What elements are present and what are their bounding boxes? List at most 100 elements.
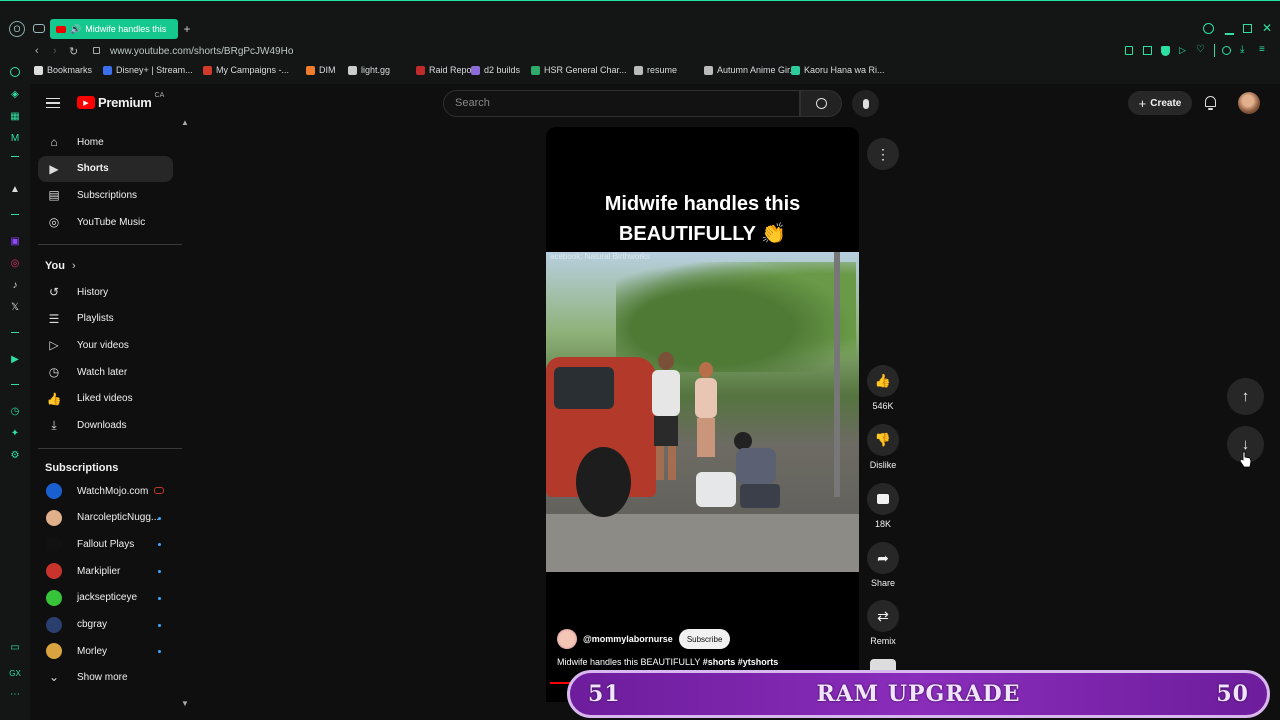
hashtags[interactable]: #shorts #ytshorts xyxy=(703,657,779,667)
search-tabs-icon[interactable] xyxy=(1203,23,1214,34)
minimize-icon[interactable] xyxy=(1225,33,1234,35)
subscription-item[interactable]: Fallout Plays xyxy=(38,531,173,557)
more-icon[interactable]: ⋯ xyxy=(9,689,21,701)
player-icon[interactable]: ▷ xyxy=(1179,45,1186,56)
tiktok-icon[interactable]: ♪ xyxy=(9,280,21,292)
sidebar-item-playlists[interactable]: ☰ Playlists xyxy=(38,306,173,332)
gx-messenger-icon[interactable]: M xyxy=(9,133,21,145)
vpn-shield-icon[interactable] xyxy=(1161,46,1170,56)
bookmark-item[interactable]: HSR General Char... xyxy=(531,65,627,75)
subscription-item[interactable]: WatchMojo.com xyxy=(38,478,173,504)
restore-icon[interactable] xyxy=(1243,24,1252,33)
profile-icon[interactable] xyxy=(1222,46,1231,55)
account-avatar[interactable] xyxy=(1238,92,1260,114)
opera-gx-logo-icon[interactable]: O xyxy=(9,21,25,37)
youtube-logo[interactable]: ▶ Premium CA xyxy=(77,92,164,110)
snapshot-icon[interactable] xyxy=(1143,46,1152,55)
short-player[interactable]: Midwife handles this BEAUTIFULLY 👏 acebo… xyxy=(546,127,859,702)
sidebar-item-youtube-music[interactable]: ◎ YouTube Music xyxy=(38,209,173,235)
bookmark-item[interactable]: Autumn Anime Gir... xyxy=(704,65,797,75)
channel-avatar-icon xyxy=(46,643,62,660)
channel-avatar-icon xyxy=(46,483,62,499)
like-button[interactable]: 👍 xyxy=(867,365,899,397)
sidebar-item-downloads[interactable]: ⤓ Downloads xyxy=(38,413,173,439)
bookmark-item[interactable]: Kaoru Hana wa Ri... xyxy=(791,65,885,75)
bookmark-item[interactable]: Raid Report xyxy=(416,65,477,75)
bookmark-favicon-icon xyxy=(531,65,540,75)
close-window-icon[interactable]: ✕ xyxy=(1262,21,1272,35)
instagram-icon[interactable]: ◎ xyxy=(9,258,21,270)
sidebar-scroll-down-icon[interactable]: ▼ xyxy=(181,699,189,708)
previous-short-button[interactable]: ↑ xyxy=(1227,378,1264,415)
tab-youtube-short[interactable]: 🔊 Midwife handles this xyxy=(50,19,178,39)
hamburger-menu-icon[interactable] xyxy=(46,98,60,108)
bookmark-item[interactable]: d2 builds xyxy=(471,65,520,75)
forward-icon[interactable]: › xyxy=(53,45,57,57)
channel-name[interactable]: @mommylabornurse xyxy=(583,634,673,644)
subscription-item[interactable]: NarcolepticNugg... xyxy=(38,505,173,531)
bookmark-item[interactable]: Bookmarks xyxy=(34,65,92,75)
download-browser-icon[interactable]: ⤓ xyxy=(1240,44,1244,55)
gx-corner-icon[interactable]: GX xyxy=(9,668,21,680)
favorites-icon[interactable]: ♡ xyxy=(1196,44,1205,55)
extensions-icon[interactable]: ✦ xyxy=(9,428,21,440)
history-sidebar-icon[interactable]: ◷ xyxy=(9,406,21,418)
bookmark-item[interactable]: light.gg xyxy=(348,65,390,75)
back-icon[interactable]: ‹ xyxy=(35,45,39,57)
settings-icon[interactable]: ⚙ xyxy=(9,450,21,462)
you-section-title[interactable]: You › xyxy=(45,260,76,272)
remix-button[interactable]: ⇄ xyxy=(867,600,899,632)
sidebar-item-your-videos[interactable]: ▷ Your videos xyxy=(38,332,173,358)
dislike-button[interactable]: 👎 xyxy=(867,424,899,456)
menu-icon[interactable]: ≡ xyxy=(1259,44,1265,55)
lock-icon xyxy=(93,47,100,54)
gx-limiter-icon[interactable]: ▦ xyxy=(9,111,21,123)
x-icon[interactable]: 𝕏 xyxy=(9,302,21,314)
bookmark-item[interactable]: Disney+ | Stream... xyxy=(103,65,193,75)
refresh-bookmark-icon[interactable] xyxy=(10,67,20,77)
twitch-icon[interactable]: ▣ xyxy=(9,236,21,248)
gx-control-icon[interactable]: ▭ xyxy=(9,642,21,654)
sidebar-item-home[interactable]: ⌂ Home xyxy=(38,129,173,155)
create-button[interactable]: + Create xyxy=(1128,91,1192,115)
subscribe-button[interactable]: Subscribe xyxy=(678,629,731,649)
vertical-dots-icon: ⋮ xyxy=(876,146,890,162)
gx-ai-icon[interactable]: ◈ xyxy=(9,89,21,101)
short-video-frame[interactable]: acebook: Natural Birthworks xyxy=(546,252,859,572)
sidebar-item-subscriptions[interactable]: ▤ Subscriptions xyxy=(38,182,173,208)
notifications-bell-icon[interactable] xyxy=(1202,94,1220,112)
workspaces-icon[interactable] xyxy=(33,24,45,33)
comments-button[interactable] xyxy=(867,483,899,515)
new-tab-button[interactable]: + xyxy=(181,23,193,35)
more-options-button[interactable]: ⋮ xyxy=(867,138,899,170)
subscription-item[interactable]: Markiplier xyxy=(38,558,173,584)
channel-avatar[interactable] xyxy=(557,629,577,649)
share-arrow-icon: ➦ xyxy=(877,549,889,566)
bookmark-item[interactable]: My Campaigns -... xyxy=(203,65,289,75)
subscription-item[interactable]: cbgray xyxy=(38,612,173,638)
gx-player-icon[interactable]: ▶ xyxy=(9,354,21,366)
gx-aria-icon[interactable]: ▲ xyxy=(9,184,21,196)
search-input[interactable]: Search xyxy=(443,90,800,117)
reload-icon[interactable]: ↻ xyxy=(69,45,78,58)
pin-icon[interactable] xyxy=(1125,46,1133,55)
sidebar-item-watch-later[interactable]: ◷ Watch later xyxy=(38,359,173,385)
search-button[interactable] xyxy=(800,90,842,117)
sidebar-item-liked-videos[interactable]: 👍 Liked videos xyxy=(38,386,173,412)
url-input[interactable]: www.youtube.com/shorts/BRgPcJW49Ho xyxy=(110,46,293,57)
share-button[interactable]: ➦ xyxy=(867,542,899,574)
bookmark-favicon-icon xyxy=(348,65,357,75)
voice-search-button[interactable] xyxy=(852,90,879,117)
subscription-item[interactable]: jacksepticeye xyxy=(38,585,173,611)
show-more-button[interactable]: ⌄ Show more xyxy=(38,664,173,690)
subscription-item[interactable]: Morley xyxy=(38,638,173,664)
gx-divider xyxy=(11,214,19,215)
short-description[interactable]: Midwife handles this BEAUTIFULLY #shorts… xyxy=(557,657,778,667)
video-watermark: acebook: Natural Birthworks xyxy=(550,252,651,261)
bookmark-item[interactable]: resume xyxy=(634,65,677,75)
microphone-icon xyxy=(862,98,869,109)
sidebar-item-history[interactable]: ↺ History xyxy=(38,279,173,305)
sidebar-scroll-up-icon[interactable]: ▲ xyxy=(181,118,189,127)
sidebar-item-shorts[interactable]: ▶ Shorts xyxy=(38,155,173,182)
bookmark-item[interactable]: DIM xyxy=(306,65,336,75)
